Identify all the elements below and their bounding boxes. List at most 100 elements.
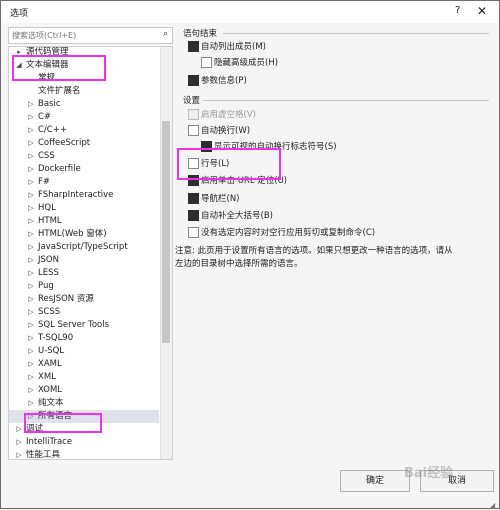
expander-icon[interactable]: ▷ xyxy=(27,384,35,397)
checkbox[interactable] xyxy=(188,227,199,238)
tree-item[interactable]: ▷ U-SQL xyxy=(9,345,159,358)
tree-item-label: XML xyxy=(38,372,56,382)
tree-item-label: ResJSON 资源 xyxy=(38,294,94,304)
expander-icon[interactable]: ▷ xyxy=(27,98,35,111)
ok-button[interactable]: 确定 xyxy=(340,470,410,492)
tree-item[interactable]: ▷ C# xyxy=(9,111,159,124)
tree-item-label: U-SQL xyxy=(38,346,65,356)
tree-item[interactable]: ▷ C/C++ xyxy=(9,124,159,137)
expander-icon[interactable]: ▷ xyxy=(27,202,35,215)
expander-icon[interactable]: ▷ xyxy=(27,254,35,267)
tree-item-label: HTML xyxy=(38,216,62,226)
tree-item-label: 文件扩展名 xyxy=(38,86,81,96)
vertical-scrollbar[interactable] xyxy=(160,47,172,459)
tree-item-label: F# xyxy=(38,177,51,187)
expander-icon[interactable]: ▷ xyxy=(27,293,35,306)
dialog-title: 选项 xyxy=(10,9,29,19)
checkbox[interactable] xyxy=(201,57,212,68)
tree-item-label: Pug xyxy=(38,281,54,291)
tree-item-label: HTML(Web 窗体) xyxy=(38,229,107,239)
tree-item[interactable]: ▷ HTML xyxy=(9,215,159,228)
tree-item[interactable]: 文件扩展名 xyxy=(9,85,159,98)
expander-icon[interactable]: ▷ xyxy=(27,371,35,384)
checkbox[interactable] xyxy=(188,109,199,120)
tree-item[interactable]: ▷ XAML xyxy=(9,358,159,371)
expander-icon[interactable]: ▷ xyxy=(27,280,35,293)
expander-icon[interactable]: ▷ xyxy=(27,111,35,124)
tree-item-label: IntelliTrace xyxy=(26,437,73,447)
expander-icon[interactable]: ▷ xyxy=(27,215,35,228)
tree-item-label: C# xyxy=(38,112,52,122)
checkbox[interactable] xyxy=(188,210,199,221)
tree-item-label: LESS xyxy=(38,268,59,278)
expander-icon[interactable]: ▷ xyxy=(27,137,35,150)
expander-icon[interactable]: ▷ xyxy=(27,176,35,189)
tree-item[interactable]: ▷ T-SQL90 xyxy=(9,332,159,345)
scrollbar-thumb[interactable] xyxy=(162,121,170,343)
expander-icon[interactable]: ▷ xyxy=(27,358,35,371)
tree-item[interactable]: ▷ JSON xyxy=(9,254,159,267)
tree-item[interactable]: ▷ Pug xyxy=(9,280,159,293)
tree-item[interactable]: ▷ Dockerfile xyxy=(9,163,159,176)
highlight-text-editor xyxy=(12,55,106,81)
expander-icon[interactable]: ▷ xyxy=(15,436,23,449)
options-tree: ▸ 源代码管理 ◢ 文本编辑器 常规 文件扩展名 ▷ Basic ▷ C# ▷ C/C++ ▷ Coffe… xyxy=(8,46,173,460)
tree-item[interactable]: ▷ LESS xyxy=(9,267,159,280)
expander-icon[interactable]: ▷ xyxy=(27,345,35,358)
checkbox[interactable] xyxy=(188,125,199,136)
tree-item-label: C/C++ xyxy=(38,125,67,135)
tree-item[interactable]: ▷ 性能工具 xyxy=(9,449,159,460)
tree-item[interactable]: ▷ ResJSON 资源 xyxy=(9,293,159,306)
tree-item-label: XOML xyxy=(38,385,63,395)
expander-icon[interactable]: ▷ xyxy=(27,150,35,163)
tree-item-label: HQL xyxy=(38,203,56,213)
group-settings: 设置 xyxy=(183,96,201,106)
search-icon[interactable]: ⌕ xyxy=(163,29,168,39)
checkbox[interactable] xyxy=(188,41,199,52)
note-text: 注意: 此页用于设置所有语言的选项。如果只想更改一种语言的选项，请从左边的目录树… xyxy=(175,246,453,269)
checkbox[interactable] xyxy=(188,193,199,204)
tree-item[interactable]: ▷ F# xyxy=(9,176,159,189)
checkbox[interactable] xyxy=(188,75,199,86)
tree-item[interactable]: ▷ XML xyxy=(9,371,159,384)
tree-item[interactable]: ▷ IntelliTrace xyxy=(9,436,159,449)
tree-item[interactable]: ▷ XOML xyxy=(9,384,159,397)
expander-icon[interactable]: ▷ xyxy=(27,397,35,410)
highlight-all-languages xyxy=(24,413,102,433)
tree-item[interactable]: ▷ SCSS xyxy=(9,306,159,319)
tree-item[interactable]: ▷ CSS xyxy=(9,150,159,163)
tree-item-label: 纯文本 xyxy=(38,398,64,408)
expander-icon[interactable]: ▷ xyxy=(15,449,23,459)
tree-item-label: 性能工具 xyxy=(26,450,61,460)
tree-item[interactable]: ▷ 纯文本 xyxy=(9,397,159,410)
expander-icon[interactable]: ▷ xyxy=(27,228,35,241)
expander-icon[interactable]: ▷ xyxy=(27,267,35,280)
group-statement-completion: 语句结束 xyxy=(183,29,218,39)
search-box[interactable]: ⌕ xyxy=(8,27,173,44)
tree-item-label: SQL Server Tools xyxy=(38,320,110,330)
expander-icon[interactable]: ▷ xyxy=(27,332,35,345)
expander-icon[interactable]: ▷ xyxy=(27,319,35,332)
tree-item-label: JavaScript/TypeScript xyxy=(38,242,128,252)
tree-item-label: CoffeeScript xyxy=(38,138,91,148)
tree-item[interactable]: ▷ HQL xyxy=(9,202,159,215)
expander-icon[interactable]: ▷ xyxy=(27,189,35,202)
tree-item[interactable]: ▷ Basic xyxy=(9,98,159,111)
expander-icon[interactable]: ▷ xyxy=(15,423,23,436)
close-icon[interactable]: ✕ xyxy=(477,4,487,18)
tree-item[interactable]: ▷ CoffeeScript xyxy=(9,137,159,150)
tree-item[interactable]: ▷ HTML(Web 窗体) xyxy=(9,228,159,241)
settings-panel: 语句结束 自动列出成员(M) 隐藏高级成员(H) 参数信息(P) 设置 启用虚空… xyxy=(175,26,495,456)
expander-icon[interactable]: ▷ xyxy=(27,163,35,176)
tree-item[interactable]: ▷ JavaScript/TypeScript xyxy=(9,241,159,254)
divider xyxy=(223,33,489,34)
search-input[interactable] xyxy=(12,29,152,42)
expander-icon[interactable]: ▷ xyxy=(27,306,35,319)
tree-item[interactable]: ▷ FSharpInteractive xyxy=(9,189,159,202)
tree-item[interactable]: ▷ SQL Server Tools xyxy=(9,319,159,332)
help-icon[interactable]: ? xyxy=(455,5,460,16)
expander-icon[interactable]: ▷ xyxy=(27,241,35,254)
tree-item-label: FSharpInteractive xyxy=(38,190,114,200)
tree-item-label: T-SQL90 xyxy=(38,333,74,343)
expander-icon[interactable]: ▷ xyxy=(27,124,35,137)
